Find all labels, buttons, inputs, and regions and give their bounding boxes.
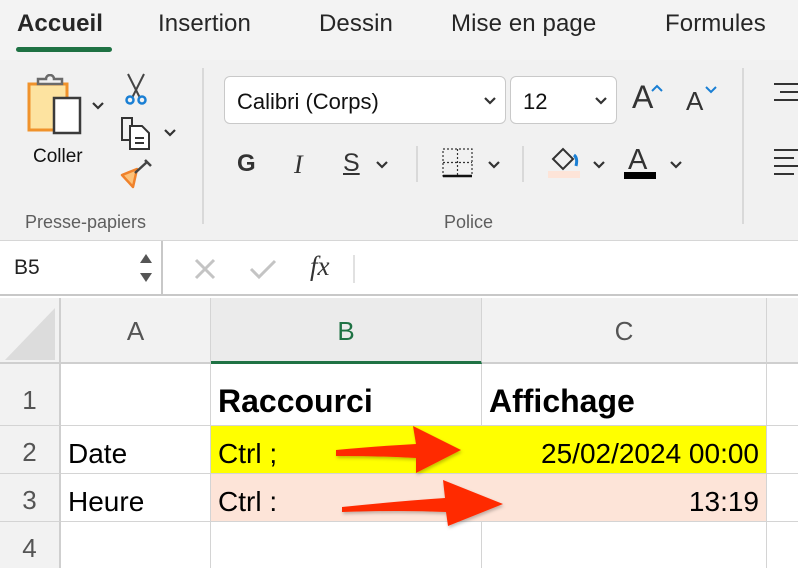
cell-b4[interactable] <box>211 522 482 568</box>
tab-dessin[interactable]: Dessin <box>319 10 393 38</box>
font-color-swatch <box>624 172 656 179</box>
caret-down-icon <box>705 86 717 94</box>
caret-up-icon <box>651 84 663 92</box>
spreadsheet-grid: A B C 1 2 3 4 Raccourci Affichage Date C… <box>0 298 798 568</box>
name-box-stepper-icon[interactable] <box>138 251 154 285</box>
row-header-3[interactable]: 3 <box>0 474 61 522</box>
group-separator <box>742 68 744 224</box>
cut-icon[interactable] <box>122 72 150 106</box>
chevron-down-icon <box>595 97 607 105</box>
cell-d1[interactable] <box>767 364 798 426</box>
name-box-value: B5 <box>14 256 40 279</box>
tab-insertion[interactable]: Insertion <box>158 10 251 38</box>
format-painter-icon[interactable] <box>119 159 155 191</box>
column-header-c[interactable]: C <box>482 298 767 364</box>
group-separator <box>202 68 204 224</box>
underline-chevron-down-icon[interactable] <box>375 158 389 172</box>
cell-c2[interactable]: 25/02/2024 00:00 <box>482 426 767 474</box>
cell-c4[interactable] <box>482 522 767 568</box>
clipboard-group-label: Presse-papiers <box>25 212 147 232</box>
cell-a2[interactable]: Date <box>61 426 211 474</box>
cell-a3[interactable]: Heure <box>61 474 211 522</box>
formula-bar: B5 fx <box>0 241 798 296</box>
name-box[interactable]: B5 <box>0 241 163 294</box>
decrease-font-glyph: A <box>686 86 704 116</box>
formula-input[interactable] <box>360 241 798 294</box>
font-name-select[interactable]: Calibri (Corps) <box>224 76 506 124</box>
cell-b1[interactable]: Raccourci <box>211 364 482 426</box>
cell-c3[interactable]: 13:19 <box>482 474 767 522</box>
tab-mise-en-page[interactable]: Mise en page <box>451 10 596 38</box>
font-size-select[interactable]: 12 <box>510 76 617 124</box>
active-tab-indicator <box>16 47 112 52</box>
borders-icon[interactable] <box>442 148 474 178</box>
copy-icon[interactable] <box>119 116 155 150</box>
copy-chevron-down-icon[interactable] <box>163 126 177 140</box>
font-group-label: Police <box>444 212 494 232</box>
select-all-corner[interactable] <box>0 298 61 364</box>
font-name-value: Calibri (Corps) <box>237 89 379 114</box>
tab-accueil[interactable]: Accueil <box>17 10 103 38</box>
cell-b2[interactable]: Ctrl ; <box>211 426 482 474</box>
insert-function-button[interactable]: fx <box>310 251 330 282</box>
cancel-icon[interactable] <box>193 257 217 281</box>
cell-d3[interactable] <box>767 474 798 522</box>
cell-b3[interactable]: Ctrl : <box>211 474 482 522</box>
formula-bar-divider <box>353 255 355 283</box>
row-header-1[interactable]: 1 <box>0 364 61 426</box>
tab-formules[interactable]: Formules <box>665 10 766 38</box>
column-header-b[interactable]: B <box>211 298 482 364</box>
fill-color-icon[interactable] <box>548 146 582 180</box>
ribbon-tab-bar: Accueil Insertion Dessin Mise en page Fo… <box>0 0 798 60</box>
column-header-a[interactable]: A <box>61 298 211 364</box>
cell-d4[interactable] <box>767 522 798 568</box>
cell-d2[interactable] <box>767 426 798 474</box>
align-top-icon[interactable] <box>774 82 798 104</box>
borders-chevron-down-icon[interactable] <box>487 158 501 172</box>
paste-button-label[interactable]: Coller <box>33 146 83 168</box>
underline-button[interactable]: S <box>343 149 360 178</box>
paste-chevron-down-icon[interactable] <box>91 99 105 113</box>
column-header-d[interactable] <box>767 298 798 364</box>
row-header-2[interactable]: 2 <box>0 426 61 474</box>
chevron-down-icon <box>484 97 496 105</box>
cell-a4[interactable] <box>61 522 211 568</box>
select-all-triangle-icon <box>5 308 55 360</box>
cell-a1[interactable] <box>61 364 211 426</box>
align-left-icon[interactable] <box>774 148 798 178</box>
row-header-4[interactable]: 4 <box>0 522 61 568</box>
confirm-check-icon[interactable] <box>249 257 277 281</box>
toolbar-divider <box>522 146 524 182</box>
bold-button[interactable]: G <box>237 150 256 178</box>
cell-c1[interactable]: Affichage <box>482 364 767 426</box>
toolbar-divider <box>416 146 418 182</box>
ribbon: Coller Presse-papiers Calibri (Corps) 12 <box>0 60 798 241</box>
italic-button[interactable]: I <box>294 150 303 180</box>
font-color-chevron-down-icon[interactable] <box>669 158 683 172</box>
paste-icon[interactable] <box>26 74 86 138</box>
font-size-value: 12 <box>523 89 548 114</box>
fill-color-chevron-down-icon[interactable] <box>592 158 606 172</box>
